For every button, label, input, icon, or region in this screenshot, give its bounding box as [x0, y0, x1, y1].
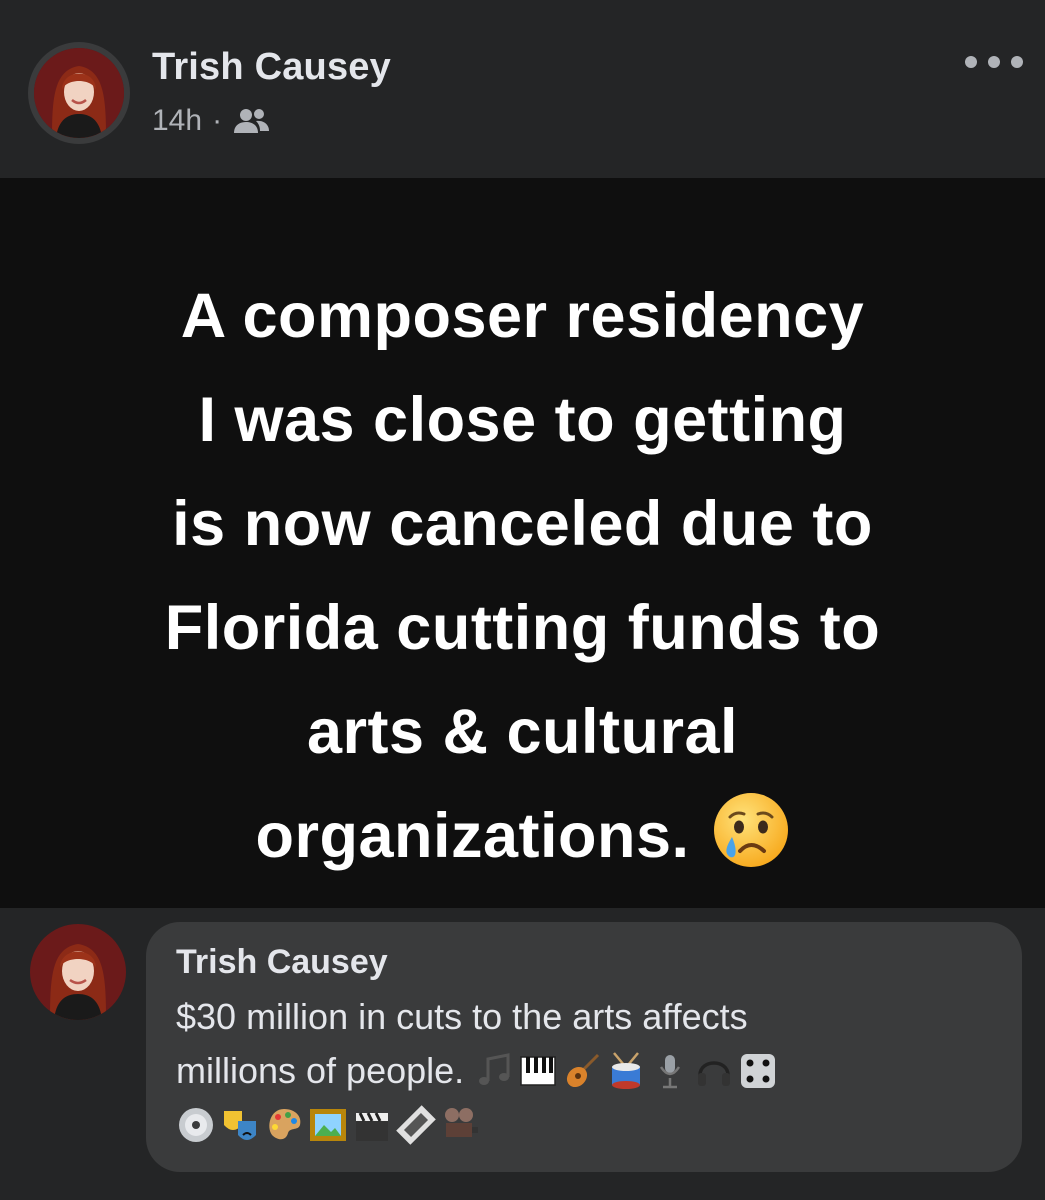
- post-header: Trish Causey 14h ·: [0, 0, 1045, 178]
- guitar-icon: [562, 1051, 602, 1091]
- film-strip-icon: [396, 1105, 436, 1145]
- post-meta: 14h ·: [152, 104, 272, 138]
- dvd-icon: [176, 1105, 216, 1145]
- clapper-board-icon: [352, 1105, 392, 1145]
- film-projector-icon: [440, 1105, 480, 1145]
- comment-line-3: [176, 1098, 992, 1152]
- dot: [1011, 56, 1023, 68]
- comment-line-2-text: millions of people.: [176, 1050, 465, 1091]
- framed-picture-icon: [308, 1105, 348, 1145]
- comment-text: $30 million in cuts to the arts affects …: [176, 990, 992, 1152]
- post-time[interactable]: 14h: [152, 104, 202, 138]
- card-line-last: organizations.: [40, 784, 1005, 888]
- post-text-card: A composer residency I was close to gett…: [0, 178, 1045, 908]
- more-options-button[interactable]: [965, 52, 1023, 72]
- card-line: is now canceled due to: [172, 489, 873, 559]
- card-line: arts & cultural: [306, 697, 739, 767]
- card-line: I was close to getting: [198, 385, 847, 455]
- author-avatar[interactable]: [28, 42, 130, 144]
- microphone-icon: [650, 1051, 690, 1091]
- author-name[interactable]: Trish Causey: [152, 46, 391, 89]
- card-line: Florida cutting funds to: [164, 593, 881, 663]
- more-dots-icon: [965, 56, 977, 68]
- comment-line-2: millions of people.: [176, 1044, 992, 1098]
- friends-icon[interactable]: [232, 105, 272, 137]
- commenter-avatar[interactable]: [30, 924, 126, 1020]
- comment-author[interactable]: Trish Causey: [176, 940, 992, 984]
- comment-line-1: $30 million in cuts to the arts affects: [176, 996, 748, 1037]
- comment-bubble: Trish Causey $30 million in cuts to the …: [146, 922, 1022, 1172]
- theater-masks-icon: [220, 1105, 260, 1145]
- drum-icon: [606, 1051, 646, 1091]
- comments-area: Trish Causey $30 million in cuts to the …: [0, 908, 1045, 1200]
- headphones-icon: [694, 1051, 734, 1091]
- piano-keys-icon: [518, 1051, 558, 1091]
- crying-face-emoji: [712, 791, 790, 869]
- card-line: organizations.: [255, 801, 690, 871]
- musical-notes-icon: [474, 1051, 514, 1091]
- dice-icon: [738, 1051, 778, 1091]
- avatar: [34, 48, 124, 138]
- meta-separator: ·: [212, 104, 223, 137]
- post-card-text: A composer residency I was close to gett…: [40, 264, 1005, 888]
- palette-icon: [264, 1105, 304, 1145]
- card-line: A composer residency: [180, 281, 865, 351]
- dot: [988, 56, 1000, 68]
